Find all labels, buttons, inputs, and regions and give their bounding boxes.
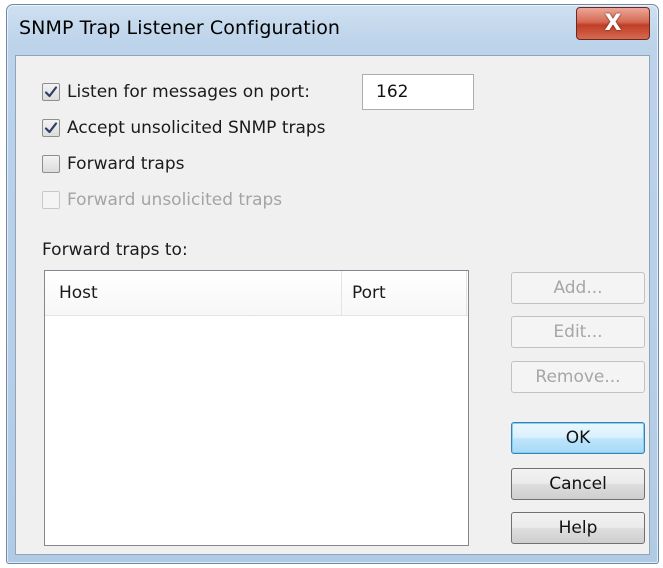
accept-unsolicited-row[interactable]: Accept unsolicited SNMP traps <box>42 115 326 141</box>
listen-checkbox-row[interactable]: Listen for messages on port: <box>42 79 310 105</box>
close-button[interactable]: X <box>576 7 650 40</box>
port-input[interactable] <box>362 74 474 110</box>
help-button[interactable]: Help <box>511 512 645 544</box>
column-header-host[interactable]: Host <box>45 271 342 315</box>
cancel-button[interactable]: Cancel <box>511 468 645 500</box>
checkmark-icon <box>44 122 58 134</box>
forward-destinations-list[interactable]: Host Port <box>44 270 469 546</box>
forward-traps-to-label: Forward traps to: <box>42 240 188 260</box>
dialog-body: Listen for messages on port: Accept unso… <box>15 55 650 555</box>
dialog-window: SNMP Trap Listener Configuration X Liste… <box>6 4 659 564</box>
column-header-port[interactable]: Port <box>342 271 467 315</box>
ok-button[interactable]: OK <box>511 422 645 454</box>
forward-unsolicited-label: Forward unsolicited traps <box>67 190 283 210</box>
forward-traps-row[interactable]: Forward traps <box>42 151 185 177</box>
forward-unsolicited-checkbox <box>42 191 60 209</box>
forward-unsolicited-row: Forward unsolicited traps <box>42 187 282 213</box>
remove-button: Remove... <box>511 361 645 393</box>
add-button: Add... <box>511 272 645 304</box>
edit-button: Edit... <box>511 316 645 348</box>
listen-checkbox-label: Listen for messages on port: <box>67 82 310 102</box>
window-title: SNMP Trap Listener Configuration <box>19 17 341 39</box>
forward-traps-checkbox[interactable] <box>42 155 60 173</box>
accept-unsolicited-label: Accept unsolicited SNMP traps <box>67 118 326 138</box>
title-bar[interactable]: SNMP Trap Listener Configuration X <box>7 5 658 55</box>
listen-checkbox[interactable] <box>42 83 60 101</box>
close-icon: X <box>604 11 622 36</box>
list-header: Host Port <box>45 271 468 316</box>
forward-traps-label: Forward traps <box>67 154 185 174</box>
checkmark-icon <box>44 86 58 98</box>
accept-unsolicited-checkbox[interactable] <box>42 119 60 137</box>
